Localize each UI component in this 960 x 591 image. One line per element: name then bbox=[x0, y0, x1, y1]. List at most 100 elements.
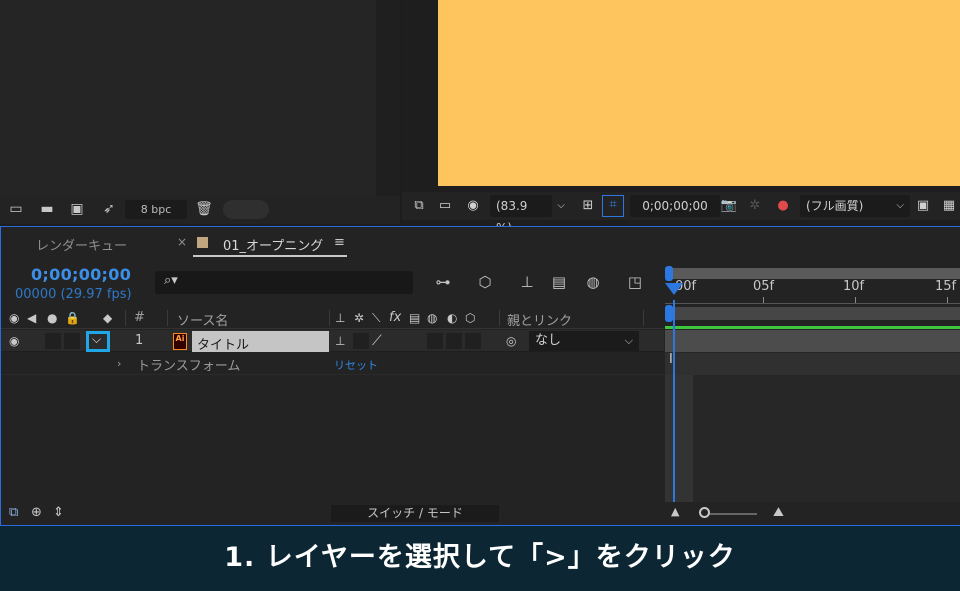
motion-blur-switch[interactable] bbox=[446, 333, 462, 349]
layer-column-header: ◉ ◀ ● 🔒 ◆ # ソース名 ⊥ ✲ ⟍ fx ▤ ◍ ◐ ⬡ 親とリンク bbox=[1, 307, 664, 329]
resolution-select[interactable]: (フル画質) ⌵ bbox=[800, 195, 910, 217]
zoom-out-icon[interactable]: ▲ bbox=[671, 505, 679, 518]
quality-switch-icon[interactable]: ⟋ bbox=[372, 333, 382, 349]
monitor-icon[interactable]: ▭ bbox=[436, 197, 454, 215]
thumbnail-slider[interactable] bbox=[223, 200, 269, 219]
viewer-timecode[interactable]: 0;00;00;00 bbox=[630, 195, 720, 217]
label-tag-icon[interactable]: ◆ bbox=[103, 310, 112, 326]
tab-composition[interactable]: 01_オープニング bbox=[223, 235, 323, 254]
frame-blending-icon[interactable]: ▤ bbox=[547, 271, 571, 293]
solo-switch[interactable] bbox=[45, 333, 61, 349]
grid-guide-icon[interactable]: ⊞ bbox=[578, 197, 598, 215]
reset-link[interactable]: リセット bbox=[334, 357, 378, 373]
pick-whip-icon[interactable]: ◎ bbox=[506, 333, 516, 349]
switch-mode-toggle[interactable]: スイッチ / モード bbox=[331, 505, 499, 522]
transfer-controls-icon[interactable]: ⊕ bbox=[31, 505, 42, 520]
quality-switch-icon[interactable]: ⟍ bbox=[372, 310, 380, 326]
composition-canvas[interactable] bbox=[438, 0, 960, 186]
new-composition-icon[interactable]: ▣ bbox=[67, 200, 87, 218]
always-preview-icon[interactable]: ⧉ bbox=[410, 197, 428, 215]
camera-icon[interactable]: 📷 bbox=[720, 197, 738, 215]
graph-editor-icon[interactable]: ◳ bbox=[623, 271, 647, 293]
motion-blur-icon[interactable]: ◍ bbox=[581, 271, 605, 293]
new-folder-icon[interactable]: ▬ bbox=[37, 200, 57, 218]
work-area-start-handle[interactable] bbox=[665, 266, 673, 281]
chevron-down-icon[interactable]: ⌵ bbox=[554, 197, 568, 215]
shy-switch-icon[interactable]: ⊥ bbox=[335, 310, 345, 326]
column-divider bbox=[125, 310, 126, 326]
layer-area-start-handle[interactable] bbox=[665, 305, 673, 322]
chevron-down-icon: ⌵ bbox=[896, 200, 904, 211]
collapse-switch-icon[interactable]: ✲ bbox=[354, 310, 364, 326]
column-divider bbox=[499, 310, 500, 326]
work-area-bar[interactable] bbox=[669, 268, 960, 279]
effect-switch[interactable] bbox=[409, 333, 425, 349]
project-scrollbar[interactable] bbox=[376, 0, 400, 196]
expand-layer-toggle[interactable]: ⌵ bbox=[86, 331, 110, 352]
layer-name-field[interactable]: タイトル bbox=[192, 331, 329, 353]
layer-area-bar bbox=[669, 307, 960, 320]
shy-switch-icon[interactable]: ⊥ bbox=[335, 333, 345, 349]
audio-icon[interactable]: ◀ bbox=[27, 310, 36, 326]
chevron-right-icon[interactable]: › bbox=[117, 356, 121, 372]
tab-render-queue[interactable]: レンダーキュー bbox=[36, 235, 127, 254]
adjustment-switch-icon[interactable]: ◐ bbox=[447, 310, 457, 326]
tab-menu-icon[interactable]: ≡ bbox=[334, 235, 345, 250]
region-of-interest-icon[interactable]: ▣ bbox=[914, 197, 932, 215]
mask-visibility-icon[interactable]: ◉ bbox=[462, 197, 484, 215]
fx-switch-label[interactable]: fx bbox=[389, 310, 401, 325]
chevron-down-icon: ⌵ bbox=[92, 332, 102, 346]
column-divider bbox=[643, 310, 644, 326]
project-toolbar: ▭ ▬ ▣ ➶ 8 bpc 🗑 bbox=[0, 196, 400, 222]
composition-flowchart-icon[interactable]: ⊶ bbox=[431, 271, 455, 293]
in-out-controls-icon[interactable]: ⇕ bbox=[53, 505, 64, 520]
tab-bar: レンダーキュー × 01_オープニング ≡ bbox=[1, 227, 960, 259]
draft-3d-icon[interactable]: ⬡ bbox=[473, 271, 497, 293]
ruler-label: 05f bbox=[753, 279, 775, 294]
current-timecode[interactable]: 0;00;00;00 bbox=[31, 265, 131, 284]
collapse-switch[interactable] bbox=[353, 333, 369, 349]
toggle-transparency-icon[interactable]: ▦ bbox=[940, 197, 958, 215]
solo-icon[interactable]: ● bbox=[47, 310, 57, 326]
3d-layer-switch[interactable] bbox=[465, 333, 481, 349]
transform-row: › トランスフォーム リセット bbox=[1, 353, 664, 375]
adjust-icon[interactable]: ➶ bbox=[99, 200, 119, 218]
zoom-slider-track[interactable] bbox=[705, 513, 757, 515]
label-color[interactable] bbox=[113, 333, 123, 349]
tab-close-icon[interactable]: × bbox=[177, 235, 187, 249]
zoom-slider-knob[interactable] bbox=[699, 507, 710, 518]
transform-track bbox=[665, 353, 960, 375]
active-tab-underline bbox=[193, 255, 347, 257]
transparency-grid-icon[interactable]: ⌗ bbox=[602, 195, 624, 217]
interpret-footage-icon[interactable]: ▭ bbox=[6, 200, 26, 218]
bpc-button[interactable]: 8 bpc bbox=[125, 200, 187, 219]
show-snapshot-icon[interactable]: ✲ bbox=[746, 197, 764, 215]
layer-row[interactable]: ◉ ⌵ 1 Ai タイトル ⊥ ⟋ ◎ なし ⌵ bbox=[1, 330, 664, 353]
track-shade bbox=[665, 375, 693, 502]
layer-duration-indicator bbox=[665, 326, 960, 329]
project-list-area[interactable] bbox=[0, 0, 376, 196]
lock-switch[interactable] bbox=[64, 333, 80, 349]
composition-color-swatch bbox=[197, 237, 208, 248]
layer-switches-icon[interactable]: ⧉ bbox=[9, 505, 18, 520]
layer-search-input[interactable]: ⌕▾ bbox=[155, 271, 413, 294]
zoom-in-icon[interactable]: ⛰ bbox=[773, 505, 784, 520]
playhead-handle[interactable] bbox=[665, 283, 683, 295]
video-eye-icon[interactable]: ◉ bbox=[9, 333, 19, 349]
ruler-baseline bbox=[665, 303, 960, 304]
frame-blend-switch-icon[interactable]: ▤ bbox=[409, 310, 420, 326]
video-eye-icon[interactable]: ◉ bbox=[9, 310, 19, 326]
track-area[interactable] bbox=[665, 326, 960, 502]
layer-duration-bar[interactable] bbox=[665, 330, 960, 352]
frame-blend-switch[interactable] bbox=[427, 333, 443, 349]
playhead-line[interactable] bbox=[673, 300, 675, 502]
zoom-select[interactable]: (83.9 %) bbox=[490, 195, 552, 235]
motion-blur-switch-icon[interactable]: ◍ bbox=[427, 310, 437, 326]
trash-icon[interactable]: 🗑 bbox=[194, 200, 214, 218]
channel-icon[interactable]: ● bbox=[774, 197, 792, 215]
parent-select[interactable]: なし ⌵ bbox=[529, 331, 639, 351]
shy-layers-icon[interactable]: ⊥ bbox=[515, 271, 539, 293]
lock-icon[interactable]: 🔒 bbox=[65, 310, 80, 326]
3d-switch-icon[interactable]: ⬡ bbox=[465, 310, 475, 326]
source-name-column-label[interactable]: ソース名 bbox=[177, 310, 228, 329]
